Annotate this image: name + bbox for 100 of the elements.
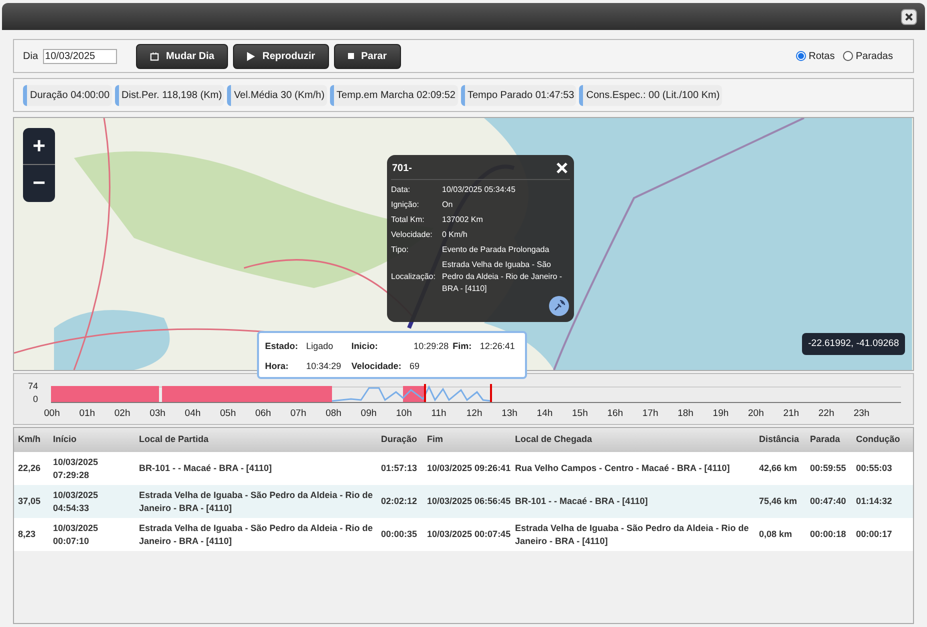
- date-field[interactable]: 10/03/2025: [43, 48, 118, 64]
- popup-field-value: Evento de Parada Prolongada: [442, 244, 550, 256]
- tooltip-value: 12:26:41: [480, 340, 516, 353]
- satellite-icon: [553, 300, 565, 312]
- toolbar-button[interactable]: Mudar Dia: [136, 44, 228, 68]
- popup-field-label: Total Km:: [391, 214, 426, 226]
- axis-label: 74: [28, 380, 38, 393]
- table-cell-text: 10/03/2025 06:56:45: [427, 495, 512, 508]
- hour-label: 16h: [607, 407, 624, 421]
- table-cell-text: BR-101 - - Macaé - BRA - [4110]: [139, 462, 273, 475]
- stop-icon: [348, 53, 354, 59]
- hour-label: 09h: [360, 407, 377, 421]
- popup-field-label: Localização:: [391, 271, 436, 283]
- coordinates-label: -22.61992, -41.09268: [802, 333, 905, 356]
- stat-chip: Temp.em Marcha 02:09:52: [330, 84, 458, 106]
- popup-field-label: Data:: [391, 184, 412, 196]
- radio-button[interactable]: [796, 51, 806, 61]
- popup-field-value: 0 Km/h: [442, 229, 468, 241]
- radio-label: Rotas: [808, 50, 835, 64]
- radio-label: Paradas: [856, 50, 893, 64]
- hour-label: 00h: [44, 407, 60, 421]
- table-cell-text: 0,08 km: [759, 528, 794, 541]
- hour-label: 17h: [642, 407, 658, 421]
- close-button[interactable]: [901, 8, 917, 24]
- hour-label: 06h: [255, 407, 272, 421]
- table-cell-text: BR-101 - - Macaé - BRA - [4110]: [515, 495, 649, 508]
- toolbar-button[interactable]: Reproduzir: [233, 44, 330, 68]
- tooltip-label: Inicio:: [351, 340, 379, 353]
- table-cell-text: 75,46 km: [759, 495, 798, 508]
- popup-field-value: Estrada Velha de Iguaba - São Pedro da Aldeia - Rio de Janeiro - BRA - [4110]: [442, 259, 564, 295]
- zoom-out-button[interactable]: −: [23, 165, 55, 201]
- stat-chip: Duração 04:00:00: [23, 84, 112, 106]
- column-header: Km/h: [18, 433, 42, 446]
- hour-label: 07h: [290, 407, 306, 421]
- tooltip-label: Fim:: [452, 340, 473, 353]
- popup-field-label: Velocidade:: [391, 229, 434, 241]
- table-cell-text: Estrada Velha de Iguaba - São Pedro da Aldeia - Rio de Janeiro - BRA - [4110]: [515, 522, 750, 548]
- tooltip-value: 69: [409, 360, 420, 372]
- hour-label: 18h: [678, 407, 694, 421]
- hour-label: 21h: [783, 407, 800, 421]
- hour-label: 12h: [466, 407, 482, 421]
- table-cell-text: 01:14:32: [856, 495, 894, 508]
- table-cell-text: 00:59:55: [810, 462, 848, 475]
- table-cell-text: 00:00:35: [381, 528, 418, 541]
- stat-chip: Vel.Média 30 (Km/h): [226, 84, 327, 106]
- table-cell-text: 10/03/2025 07:29:28: [53, 456, 100, 482]
- play-icon: [247, 52, 256, 60]
- tooltip-label: Hora:: [265, 360, 290, 372]
- column-header: Condução: [856, 433, 901, 446]
- column-header: Início: [53, 433, 78, 446]
- table-cell-text: 10/03/2025 00:07:10: [53, 522, 100, 548]
- hour-label: 13h: [502, 407, 518, 421]
- popup-field-value: 137002 Km: [442, 214, 484, 226]
- stat-chip: Cons.Espec.: 00 (Lit./100 Km): [579, 84, 722, 106]
- column-header: Local de Chegada: [515, 433, 594, 446]
- day-label: Dia: [23, 50, 38, 64]
- table-cell-text: 37,05: [18, 495, 42, 508]
- hour-label: 03h: [150, 407, 166, 421]
- table-cell-text: Estrada Velha de Iguaba - São Pedro da Aldeia - Rio de Janeiro - BRA - [4110]: [139, 488, 374, 514]
- table-cell-text: 10/03/2025 04:54:33: [53, 488, 100, 514]
- close-icon[interactable]: [556, 162, 568, 174]
- popup-field-value: 10/03/2025 05:34:45: [442, 184, 516, 196]
- toolbar-button[interactable]: Parar: [334, 44, 401, 68]
- radio-button[interactable]: [842, 51, 853, 61]
- table-cell-text: 00:00:18: [810, 528, 848, 541]
- satellite-button[interactable]: [549, 296, 569, 316]
- table-cell-text: 22,26: [18, 462, 42, 475]
- hour-label: 20h: [748, 407, 764, 421]
- tooltip-label: Estado:: [265, 340, 300, 353]
- zoom-in-button[interactable]: +: [23, 128, 55, 165]
- table-cell-text: 01:57:13: [381, 462, 418, 475]
- hour-label: 22h: [818, 407, 834, 421]
- hour-label: 10h: [396, 407, 412, 421]
- stat-chip: Tempo Parado 01:47:53: [460, 84, 576, 106]
- table-cell-text: 00:55:03: [856, 462, 894, 475]
- table-cell-text: 00:47:40: [810, 495, 848, 508]
- axis-label: 0: [33, 393, 38, 406]
- hour-label: 02h: [114, 407, 130, 421]
- hour-label: 08h: [326, 407, 342, 421]
- tooltip-value: 10:34:29: [306, 360, 342, 372]
- hour-label: 01h: [79, 407, 96, 421]
- hour-label: 05h: [220, 407, 236, 421]
- popup-field-label: Ignição:: [391, 199, 420, 211]
- popup-title: 701-: [392, 162, 412, 176]
- column-header: Local de Partida: [139, 433, 210, 446]
- table-cell-text: 00:00:17: [856, 528, 894, 541]
- table-cell-text: 10/03/2025 09:26:41: [427, 462, 512, 475]
- calendar-icon: [150, 52, 160, 60]
- popup-field-value: On: [442, 199, 454, 211]
- column-header: Duração: [381, 433, 418, 446]
- table-cell-text: 10/03/2025 00:07:45: [427, 528, 512, 541]
- hour-label: 23h: [854, 407, 870, 421]
- stat-chip: Dist.Per. 118,198 (Km): [114, 84, 224, 106]
- hour-label: 19h: [712, 407, 729, 421]
- popup-field-label: Tipo:: [391, 244, 410, 256]
- hour-label: 14h: [536, 407, 553, 421]
- column-header: Distância: [759, 433, 800, 446]
- table-cell-text: 02:02:12: [381, 495, 418, 508]
- column-header: Parada: [810, 433, 842, 446]
- table-cell-text: Estrada Velha de Iguaba - São Pedro da Aldeia - Rio de Janeiro - BRA - [4110]: [139, 522, 374, 548]
